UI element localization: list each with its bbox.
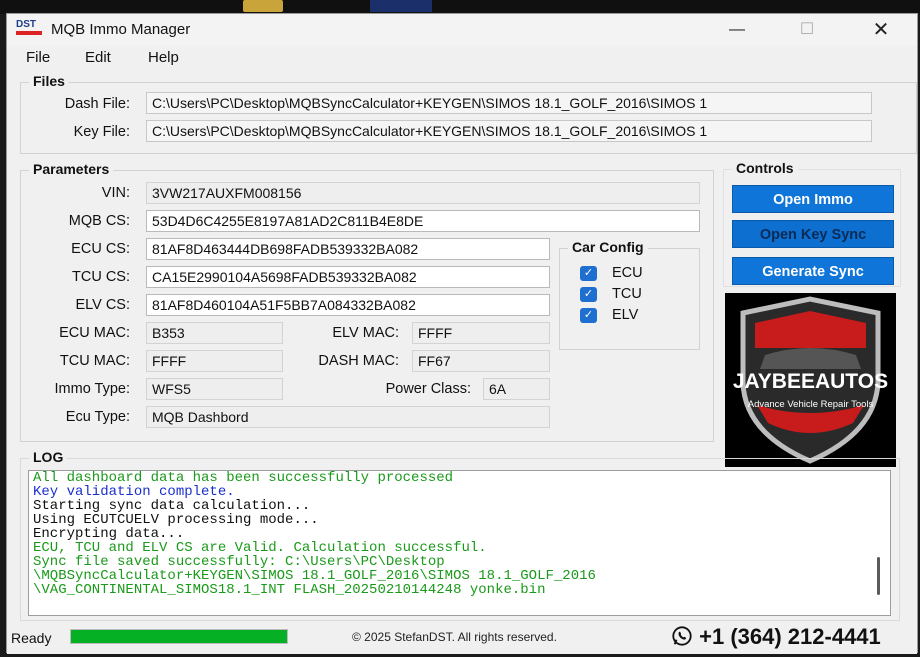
ecu-type-field[interactable]: MQB Dashbord: [146, 406, 550, 428]
copyright-text: © 2025 StefanDST. All rights reserved.: [352, 630, 557, 644]
controls-group-title: Controls: [732, 160, 798, 176]
log-output[interactable]: All dashboard data has been successfully…: [28, 470, 891, 616]
tcu-cs-field[interactable]: CA15E2990104A5698FADB539332BA082: [146, 266, 550, 288]
tcu-cs-label: TCU CS:: [72, 269, 130, 285]
log-lines: All dashboard data has been successfully…: [29, 471, 890, 597]
menu-file[interactable]: File: [26, 49, 50, 66]
title-bar[interactable]: DST MQB Immo Manager — ☐ ✕: [7, 14, 917, 46]
whatsapp-icon: [672, 626, 692, 646]
elv-cs-field[interactable]: 81AF8D460104A51F5BB7A084332BA082: [146, 294, 550, 316]
log-scrollbar[interactable]: [877, 557, 880, 595]
log-line: Starting sync data calculation...: [33, 498, 311, 514]
jaybeeautos-logo: JAYBEEAUTOS Advance Vehicle Repair Tools: [725, 293, 896, 467]
close-button[interactable]: ✕: [859, 16, 903, 44]
mqb-cs-label: MQB CS:: [68, 213, 130, 229]
maximize-button[interactable]: ☐: [785, 16, 829, 44]
log-title: LOG: [29, 449, 68, 465]
tcu-mac-label: TCU MAC:: [59, 353, 130, 369]
dash-mac-label: DASH MAC:: [318, 353, 399, 369]
power-class-field[interactable]: 6A: [483, 378, 550, 400]
log-line: Sync file saved successfully: C:\Users\P…: [33, 554, 445, 570]
ecu-mac-label: ECU MAC:: [59, 325, 130, 341]
window-title: MQB Immo Manager: [51, 21, 191, 38]
log-line: ECU, TCU and ELV CS are Valid. Calculati…: [33, 540, 487, 556]
progress-bar: [70, 629, 288, 644]
menu-bar: File Edit Help: [7, 46, 917, 70]
files-group-title: Files: [29, 73, 69, 89]
dash-mac-field[interactable]: FF67: [412, 350, 550, 372]
log-line: Key validation complete.: [33, 484, 235, 500]
power-class-label: Power Class:: [385, 381, 471, 397]
elv-mac-field[interactable]: FFFF: [412, 322, 550, 344]
key-file-label: Key File:: [73, 124, 130, 140]
checkmark-icon: ✓: [580, 266, 597, 281]
checkmark-icon: ✓: [580, 287, 597, 302]
elv-cs-label: ELV CS:: [75, 297, 130, 313]
mqb-cs-field[interactable]: 53D4D6C4255E8197A81AD2C811B4E8DE: [146, 210, 700, 232]
menu-edit[interactable]: Edit: [85, 49, 111, 66]
checkmark-icon: ✓: [580, 308, 597, 323]
tcu-mac-field[interactable]: FFFF: [146, 350, 283, 372]
open-immo-button[interactable]: Open Immo: [732, 185, 894, 213]
progress-fill: [71, 630, 287, 643]
desktop-app-icon: [370, 0, 432, 12]
open-key-sync-button[interactable]: Open Key Sync: [732, 220, 894, 248]
menu-help[interactable]: Help: [148, 49, 179, 66]
ecu-cs-field[interactable]: 81AF8D463444DB698FADB539332BA082: [146, 238, 550, 260]
minimize-button[interactable]: —: [715, 16, 759, 44]
key-file-field[interactable]: C:\Users\PC\Desktop\MQBSyncCalculator+KE…: [146, 120, 872, 142]
dash-file-label: Dash File:: [64, 96, 130, 112]
car-config-title: Car Config: [568, 239, 648, 255]
ecu-mac-field[interactable]: B353: [146, 322, 283, 344]
promo-brand: JAYBEEAUTOS: [732, 370, 889, 393]
parameters-group-title: Parameters: [29, 161, 114, 177]
promo-tagline: Advance Vehicle Repair Tools: [747, 399, 874, 410]
main-window: DST MQB Immo Manager — ☐ ✕ File Edit Hel…: [6, 13, 918, 654]
ecu-cs-label: ECU CS:: [71, 241, 130, 257]
vin-label: VIN:: [101, 185, 130, 201]
log-line: All dashboard data has been successfully…: [33, 470, 454, 486]
elv-mac-label: ELV MAC:: [332, 325, 399, 341]
car-config-group: Car Config ✓ ECU ✓ TCU ✓ ELV: [559, 239, 700, 350]
phone-number: +1 (364) 212-4441: [671, 624, 881, 650]
status-bar: Ready © 2025 StefanDST. All rights reser…: [7, 624, 917, 654]
log-line: \VAG_CONTINENTAL_SIMOS18.1_INT FLASH_202…: [33, 582, 546, 598]
immo-type-label: Immo Type:: [54, 381, 130, 397]
ecu-type-label: Ecu Type:: [65, 409, 130, 425]
app-logo-icon: DST: [16, 20, 44, 38]
immo-type-field[interactable]: WFS5: [146, 378, 283, 400]
dash-file-field[interactable]: C:\Users\PC\Desktop\MQBSyncCalculator+KE…: [146, 92, 872, 114]
log-line: Encrypting data...: [33, 526, 185, 542]
vin-field[interactable]: 3VW217AUXFM008156: [146, 182, 700, 204]
generate-sync-button[interactable]: Generate Sync: [732, 257, 894, 285]
desktop-background: [0, 0, 920, 14]
desktop-folder-icon: [243, 0, 283, 12]
log-line: \MQBSyncCalculator+KEYGEN\SIMOS 18.1_GOL…: [33, 568, 596, 584]
log-line: Using ECUTCUELV processing mode...: [33, 512, 319, 528]
status-text: Ready: [11, 630, 52, 646]
